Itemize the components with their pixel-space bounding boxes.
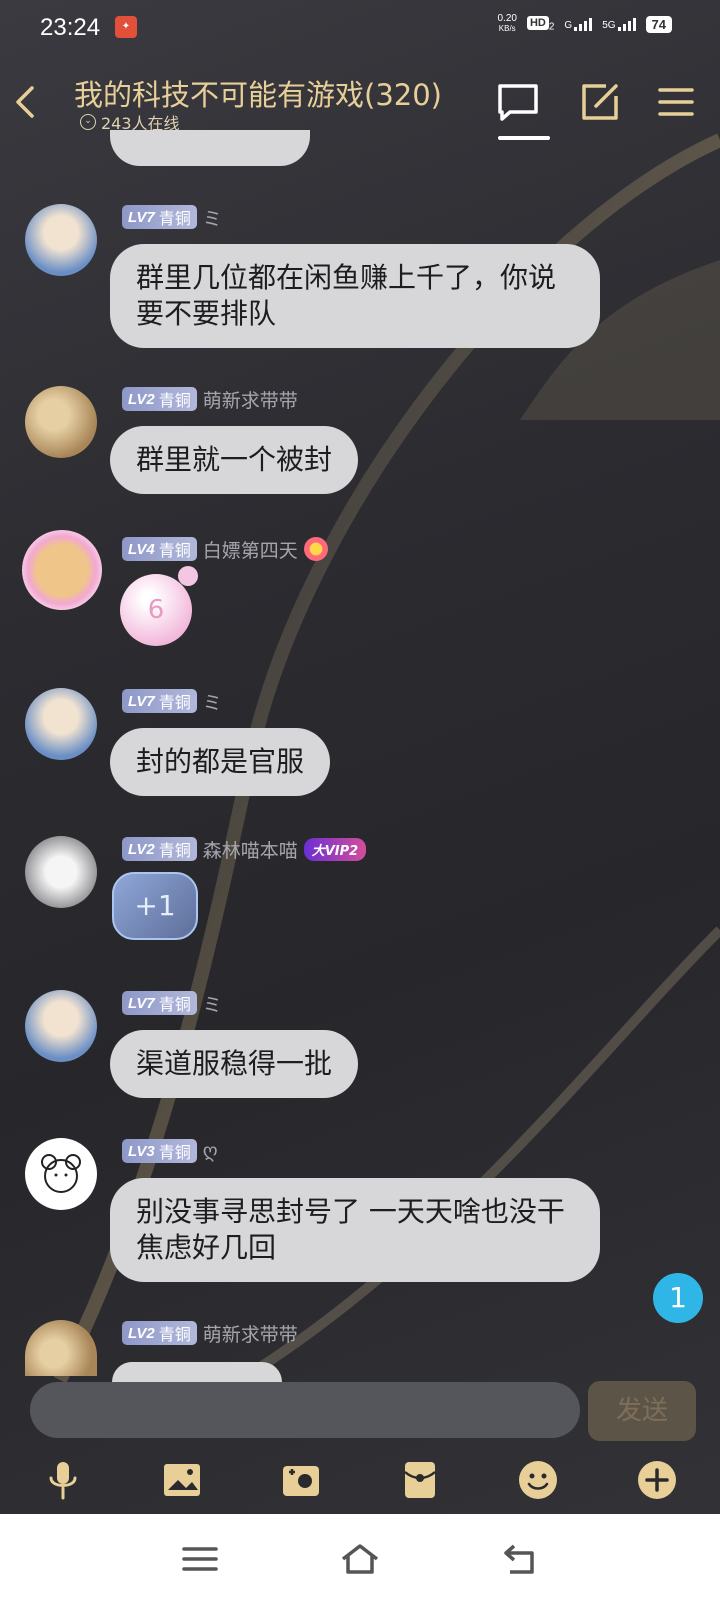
vip-badge: 大VIP2 [303, 837, 367, 861]
status-bar: 23:24 ✦ 0.20 KB/s HD 2 G 5G 74 [0, 0, 720, 56]
chevron-down-icon: ⌄ [80, 114, 96, 130]
level-badge: LV7 青铜 [122, 991, 197, 1015]
network-speed-unit: KB/s [498, 24, 516, 33]
plus-one-sticker[interactable]: +1 [112, 872, 198, 940]
hd-icon: HD 2 [526, 15, 554, 33]
menu-icon[interactable] [654, 80, 698, 124]
nickname[interactable]: ღ [203, 1140, 218, 1162]
message-meta: LV2 青铜 森林喵本喵 大VIP2 [122, 836, 367, 863]
network-speed: 0.20 KB/s [497, 14, 516, 34]
status-indicators: 0.20 KB/s HD 2 G 5G 74 [497, 14, 672, 34]
chat-header: 我的科技不可能有游戏(320) ⌄ 243人在线 [0, 60, 720, 144]
message-bubble[interactable]: 封的都是官服 [110, 728, 331, 796]
message-input[interactable] [30, 1382, 580, 1438]
plus-icon[interactable] [635, 1458, 679, 1502]
network-speed-value: 0.20 [497, 13, 517, 24]
chat-bubble-icon[interactable] [496, 80, 540, 124]
level-badge: LV2 青铜 [122, 387, 197, 411]
level-badge: LV2 青铜 [122, 1321, 197, 1345]
avatar[interactable] [25, 204, 97, 276]
message-meta: LV4 青铜 白嫖第四天 [122, 536, 328, 562]
image-icon[interactable] [160, 1458, 204, 1502]
message-meta: LV2 青铜 萌新求带带 [122, 1320, 298, 1346]
avatar[interactable] [25, 1138, 97, 1210]
message-meta: LV7 青铜 ミ [122, 990, 222, 1016]
message-bubble[interactable]: 别没事寻思封号了 一天天啥也没干焦虑好几回 [110, 1178, 600, 1282]
nickname[interactable]: 白嫖第四天 [203, 536, 298, 563]
home-icon[interactable] [340, 1542, 380, 1576]
microphone-icon[interactable] [41, 1458, 85, 1502]
previous-message-bubble [110, 130, 310, 166]
red-packet-icon[interactable] [398, 1458, 442, 1502]
nickname[interactable]: 萌新求带带 [203, 386, 298, 413]
nickname[interactable]: ミ [203, 688, 222, 715]
nickname[interactable]: 森林喵本喵 [203, 836, 298, 863]
battery-icon: 74 [645, 15, 672, 33]
send-button[interactable]: 发送 [588, 1381, 696, 1441]
active-tab-indicator [498, 136, 550, 140]
level-badge: LV7 青铜 [122, 205, 197, 229]
nickname[interactable]: 萌新求带带 [203, 1320, 298, 1347]
avatar[interactable] [25, 990, 97, 1062]
status-time: 23:24 [40, 14, 101, 41]
app-notification-icon: ✦ [115, 16, 137, 38]
unread-badge[interactable]: 1 [653, 1273, 703, 1323]
edit-icon[interactable] [578, 80, 622, 124]
5g-label: 5G [602, 20, 616, 31]
nickname[interactable]: ミ [203, 204, 222, 231]
level-badge: LV3 青铜 [122, 1139, 197, 1163]
chat-screen: 23:24 ✦ 0.20 KB/s HD 2 G 5G 74 我的科技不可能有游戏… [0, 0, 720, 1600]
message-meta: LV7 青铜 ミ [122, 204, 222, 230]
message-meta: LV7 青铜 ミ [122, 688, 222, 714]
avatar[interactable] [25, 1320, 97, 1376]
emoji-icon[interactable] [516, 1458, 560, 1502]
level-badge: LV7 青铜 [122, 689, 197, 713]
message-bubble[interactable]: 群里就一个被封 [110, 426, 359, 494]
level-badge: LV4 青铜 [122, 537, 197, 561]
system-nav-bar [0, 1514, 720, 1600]
camera-icon[interactable] [279, 1458, 323, 1502]
back-arrow-icon[interactable] [10, 82, 40, 122]
signal-g-label: G [564, 20, 573, 31]
5g-signal-icon: 5G [602, 17, 636, 31]
signal-icon: G [564, 17, 593, 31]
level-badge: LV2 青铜 [122, 837, 197, 861]
message-meta: LV2 青铜 萌新求带带 [122, 386, 298, 412]
nickname[interactable]: ミ [203, 990, 222, 1017]
bubble-sticker[interactable]: 6 [120, 574, 192, 646]
group-title[interactable]: 我的科技不可能有游戏(320) [74, 72, 442, 114]
message-bubble[interactable]: 群里几位都在闲鱼赚上千了，你说要不要排队 [110, 244, 600, 348]
flower-badge-icon [303, 537, 328, 561]
sticker-decoration [178, 566, 198, 586]
avatar[interactable] [25, 688, 97, 760]
avatar[interactable] [25, 386, 97, 458]
back-icon[interactable] [500, 1542, 540, 1576]
background-swoosh [53, 133, 720, 1385]
avatar[interactable] [22, 530, 102, 610]
cartoon-mouse-icon [41, 1154, 81, 1193]
message-bubble-partial [112, 1362, 282, 1382]
recent-apps-icon[interactable] [180, 1542, 220, 1576]
input-toolbar [0, 1450, 720, 1514]
message-meta: LV3 青铜 ღ [122, 1138, 218, 1164]
message-bubble[interactable]: 渠道服稳得一批 [110, 1030, 359, 1098]
avatar[interactable] [25, 836, 97, 908]
